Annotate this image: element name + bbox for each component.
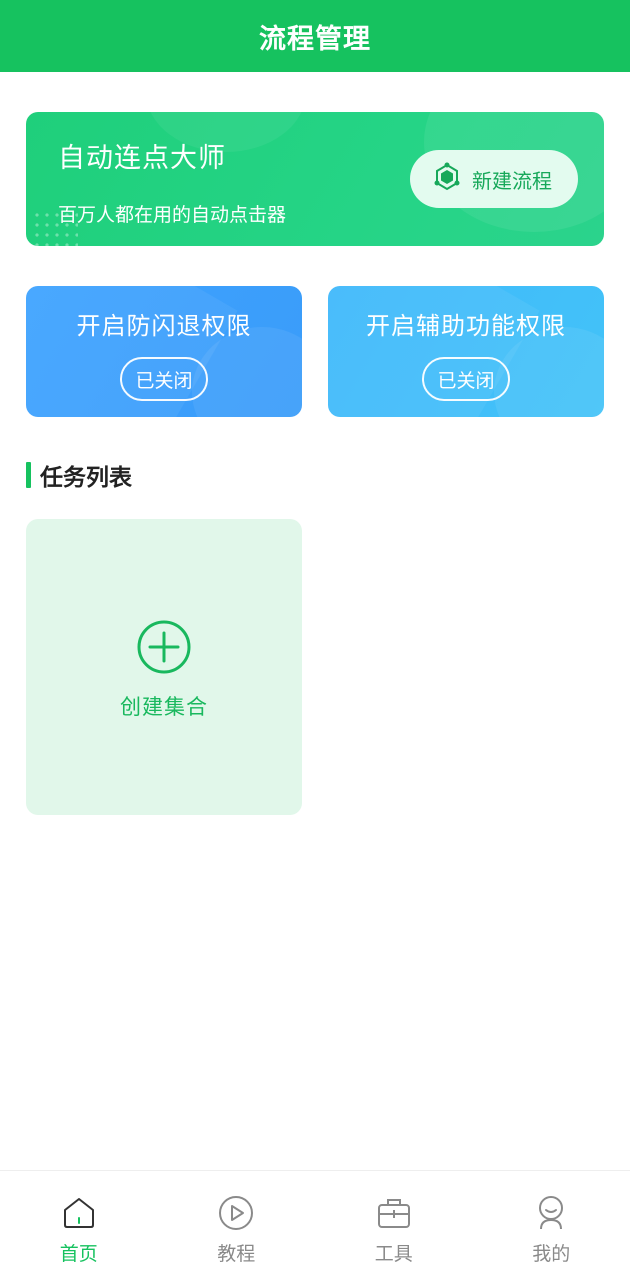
- accessibility-permission-title: 开启辅助功能权限: [366, 312, 566, 340]
- hexagon-flow-icon: [432, 162, 462, 196]
- banner-app-name: 自动连点大师: [58, 143, 226, 174]
- anti-crash-permission-card[interactable]: 开启防闪退权限 已关闭: [26, 286, 302, 417]
- tab-tutorial[interactable]: 教程: [158, 1171, 316, 1280]
- new-flow-button[interactable]: 新建流程: [410, 150, 578, 208]
- promo-banner: 自动连点大师 百万人都在用的自动点击器 新建流程: [26, 112, 604, 246]
- create-collection-label: 创建集合: [120, 695, 208, 719]
- tab-tutorial-label: 教程: [217, 1243, 256, 1265]
- accessibility-permission-card[interactable]: 开启辅助功能权限 已关闭: [328, 286, 604, 417]
- bottom-tab-bar: 首页 教程 工具 我的: [0, 1170, 630, 1280]
- tab-mine-label: 我的: [532, 1243, 571, 1265]
- anti-crash-status-toggle[interactable]: 已关闭: [120, 357, 208, 401]
- accessibility-status-toggle[interactable]: 已关闭: [422, 357, 510, 401]
- toolbox-icon: [376, 1195, 412, 1235]
- task-list-heading: 任务列表: [26, 460, 132, 491]
- app-header: 流程管理: [0, 0, 630, 72]
- plus-circle-icon: [136, 619, 192, 679]
- task-list-title: 任务列表: [40, 465, 132, 491]
- anti-crash-permission-title: 开启防闪退权限: [76, 312, 252, 340]
- create-collection-tile[interactable]: 创建集合: [26, 519, 302, 815]
- tab-home[interactable]: 首页: [0, 1171, 158, 1280]
- tab-tools[interactable]: 工具: [315, 1171, 473, 1280]
- play-circle-icon: [218, 1195, 254, 1235]
- section-accent-bar: [26, 462, 31, 488]
- new-flow-label: 新建流程: [472, 168, 552, 193]
- page-title: 流程管理: [259, 23, 371, 55]
- home-icon: [61, 1195, 97, 1235]
- user-icon: [533, 1195, 569, 1235]
- tab-tools-label: 工具: [374, 1243, 413, 1265]
- tab-home-label: 首页: [59, 1243, 98, 1265]
- tab-mine[interactable]: 我的: [473, 1171, 630, 1280]
- flow-management-page: 流程管理 自动连点大师 百万人都在用的自动点击器 新建流程 开启防闪退权限 已关…: [0, 0, 630, 1280]
- banner-slogan: 百万人都在用的自动点击器: [58, 204, 287, 226]
